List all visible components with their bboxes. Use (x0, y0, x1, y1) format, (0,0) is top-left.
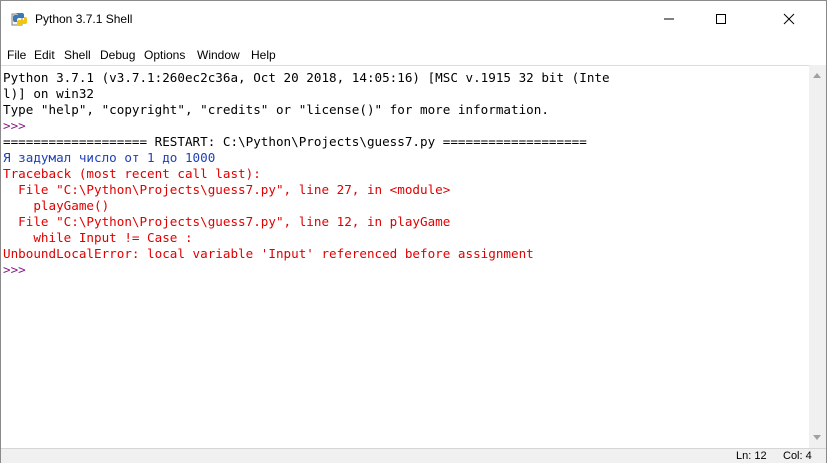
menu-options[interactable]: Options (144, 46, 185, 64)
shell-prompt: >>> (3, 262, 34, 277)
shell-line: playGame() (3, 198, 110, 213)
minimize-icon (664, 18, 674, 20)
window-title: Python 3.7.1 Shell (35, 12, 133, 26)
title-bar[interactable]: Python 3.7.1 Shell (1, 1, 826, 37)
shell-line: l)] on win32 (3, 86, 94, 101)
status-bar: Ln: 12 Col: 4 (1, 448, 826, 463)
menu-help[interactable]: Help (251, 46, 276, 64)
shell-line: Я задумал число от 1 до 1000 (3, 150, 216, 165)
menu-debug[interactable]: Debug (100, 46, 135, 64)
shell-text-area[interactable]: Python 3.7.1 (v3.7.1:260ec2c36a, Oct 20 … (1, 65, 809, 449)
close-button[interactable] (766, 1, 812, 37)
shell-line: UnboundLocalError: local variable 'Input… (3, 246, 534, 261)
shell-line: Type "help", "copyright", "credits" or "… (3, 102, 549, 117)
scroll-up-arrow-icon[interactable] (813, 73, 821, 78)
shell-line: Python 3.7.1 (v3.7.1:260ec2c36a, Oct 20 … (3, 70, 610, 85)
maximize-button[interactable] (698, 1, 744, 37)
menu-edit[interactable]: Edit (34, 46, 55, 64)
shell-line: =================== RESTART: C:\Python\P… (3, 134, 587, 149)
column-number: Col: 4 (783, 450, 812, 462)
shell-prompt: >>> (3, 118, 34, 133)
shell-line: File "C:\Python\Projects\guess7.py", lin… (3, 182, 451, 197)
menu-shell[interactable]: Shell (64, 46, 91, 64)
shell-line: File "C:\Python\Projects\guess7.py", lin… (3, 214, 451, 229)
menu-bar: File Edit Shell Debug Options Window Hel… (1, 45, 826, 65)
python-idle-icon (11, 13, 27, 26)
close-icon (783, 13, 795, 25)
line-number: Ln: 12 (736, 450, 767, 462)
menu-file[interactable]: File (7, 46, 26, 64)
scroll-down-arrow-icon[interactable] (813, 435, 821, 440)
shell-line: Traceback (most recent call last): (3, 166, 261, 181)
menu-window[interactable]: Window (197, 46, 240, 64)
shell-line: while Input != Case : (3, 230, 193, 245)
maximize-icon (716, 14, 726, 24)
vertical-scrollbar[interactable] (809, 65, 826, 448)
minimize-button[interactable] (646, 1, 692, 37)
idle-shell-window: Python 3.7.1 Shell File Edit Shell Debug… (0, 0, 827, 463)
